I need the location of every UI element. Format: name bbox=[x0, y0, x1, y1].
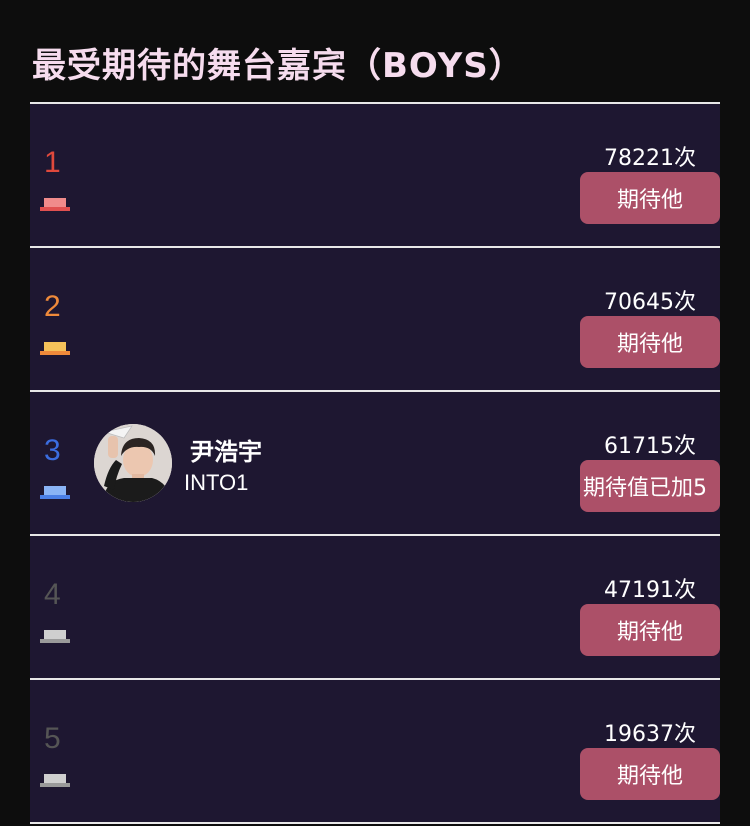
podium-icon-top bbox=[44, 486, 66, 495]
expect-button[interactable]: 期待他 bbox=[580, 604, 720, 656]
vote-count: 19637次 bbox=[604, 722, 696, 747]
podium-icon bbox=[40, 630, 70, 644]
podium-icon bbox=[40, 774, 70, 788]
avatar[interactable] bbox=[94, 424, 172, 502]
podium-icon-base bbox=[40, 351, 70, 355]
person-avatar-icon bbox=[94, 424, 172, 502]
ranking-page: 最受期待的舞台嘉宾（BOYS） 1 78221次 期待他 2 70645次 期待… bbox=[0, 0, 750, 826]
podium-icon bbox=[40, 486, 70, 500]
ranking-row-1: 1 78221次 期待他 bbox=[30, 102, 720, 246]
rank-number: 4 bbox=[44, 578, 61, 611]
ranking-row-2: 2 70645次 期待他 bbox=[30, 246, 720, 390]
podium-icon bbox=[40, 198, 70, 212]
guest-name: 尹浩宇 bbox=[190, 438, 262, 466]
ranking-list: 1 78221次 期待他 2 70645次 期待他 3 尹浩宇 INTO1 61… bbox=[30, 102, 720, 824]
ranking-row-3: 3 尹浩宇 INTO1 61715次 期待值已加5 bbox=[30, 390, 720, 534]
podium-icon-base bbox=[40, 639, 70, 643]
rank-number: 2 bbox=[44, 290, 61, 323]
expect-button[interactable]: 期待他 bbox=[580, 748, 720, 800]
podium-icon-top bbox=[44, 342, 66, 351]
page-title: 最受期待的舞台嘉宾（BOYS） bbox=[32, 46, 524, 86]
guest-group: INTO1 bbox=[184, 470, 249, 495]
ranking-row-4: 4 47191次 期待他 bbox=[30, 534, 720, 678]
expect-button[interactable]: 期待他 bbox=[580, 172, 720, 224]
vote-count: 78221次 bbox=[604, 146, 696, 171]
podium-icon-top bbox=[44, 774, 66, 783]
expect-button[interactable]: 期待他 bbox=[580, 316, 720, 368]
vote-count: 70645次 bbox=[604, 290, 696, 315]
rank-number: 3 bbox=[44, 434, 61, 467]
vote-count: 47191次 bbox=[604, 578, 696, 603]
ranking-row-5: 5 19637次 期待他 bbox=[30, 678, 720, 824]
rank-number: 5 bbox=[44, 722, 61, 755]
podium-icon-base bbox=[40, 495, 70, 499]
rank-number: 1 bbox=[44, 146, 61, 179]
vote-count: 61715次 bbox=[604, 434, 696, 459]
expect-button[interactable]: 期待值已加5 bbox=[580, 460, 720, 512]
podium-icon-base bbox=[40, 207, 70, 211]
podium-icon-top bbox=[44, 198, 66, 207]
podium-icon-top bbox=[44, 630, 66, 639]
podium-icon bbox=[40, 342, 70, 356]
podium-icon-base bbox=[40, 783, 70, 787]
